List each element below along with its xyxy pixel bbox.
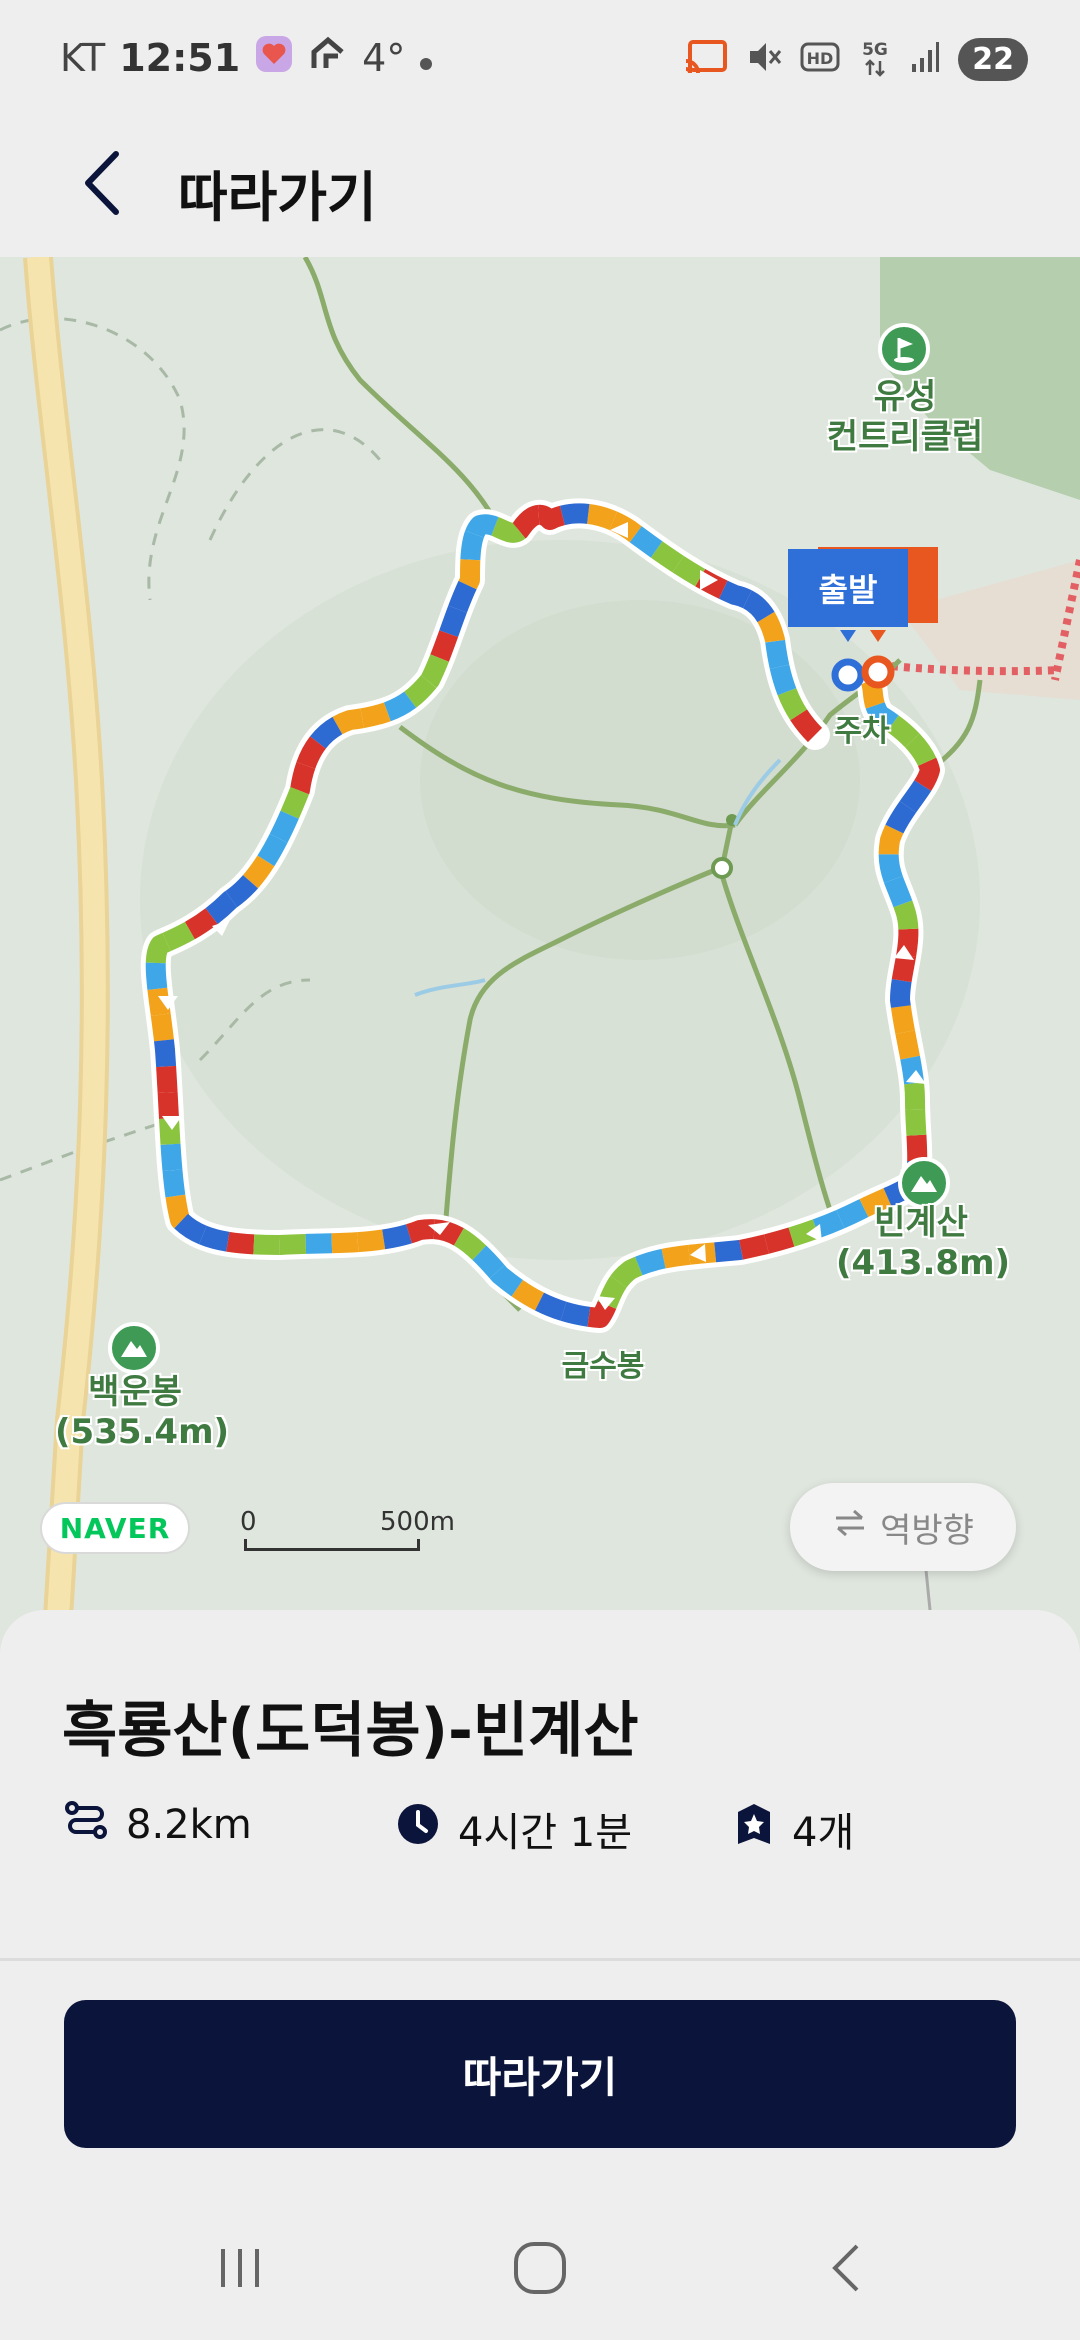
distance-value: 8.2km (126, 1802, 252, 1848)
app-header: 따라가기 (0, 115, 1080, 257)
course-info-sheet: 흑룡산(도덕봉)-빈계산 8.2km 4시간 1분 4개 (0, 1610, 1080, 1960)
signal-icon (910, 40, 940, 78)
duration-stat: 4시간 1분 (396, 1800, 632, 1858)
status-bar: KT 12:51 4° HD 5G 22 (0, 0, 1080, 115)
status-left: KT 12:51 4° (60, 30, 433, 86)
temperature: 4° (362, 36, 406, 80)
chevron-left-icon (80, 148, 124, 222)
svg-text:HD: HD (807, 49, 834, 68)
5g-icon: 5G (858, 37, 892, 81)
svg-text:5G: 5G (862, 40, 888, 60)
clock: 12:51 (119, 36, 241, 80)
map-label-baekunbong: 백운봉 (535.4m) (55, 1372, 230, 1452)
map-canvas (0, 257, 1080, 1667)
golf-icon (878, 323, 930, 375)
hd-icon: HD (800, 40, 840, 78)
clock-icon (396, 1802, 440, 1856)
course-title: 흑룡산(도덕봉)-빈계산 (62, 1696, 639, 1766)
course-stats: 8.2km 4시간 1분 4개 (62, 1800, 1062, 1860)
recent-apps-button[interactable] (190, 2230, 290, 2310)
distance-stat: 8.2km (64, 1800, 252, 1850)
back-arrow-icon (825, 2240, 865, 2300)
scale-line (244, 1539, 420, 1551)
heart-app-icon (254, 34, 294, 83)
mute-icon (746, 39, 782, 79)
start-flag: 출발 (788, 549, 908, 627)
checkpoint-value: 4개 (792, 1810, 855, 1856)
carrier-label: KT (60, 36, 106, 80)
mountain-icon (108, 1322, 160, 1374)
home-icon (512, 2240, 568, 2300)
route-app-icon (308, 34, 348, 83)
back-button[interactable] (62, 145, 142, 225)
mountain-icon (898, 1157, 950, 1209)
checkpoint-stat: 4개 (734, 1800, 854, 1858)
scale-bar: 0 500m (240, 1507, 455, 1553)
map-label-country-club: 유성 컨트리클럽 (826, 377, 984, 457)
badge-star-icon (734, 1802, 774, 1856)
system-back-button[interactable] (795, 2230, 895, 2310)
map-label-parking: 주차 (834, 714, 890, 749)
battery-icon: 22 (958, 37, 1028, 81)
duration-value: 4시간 1분 (458, 1810, 633, 1856)
status-right: HD 5G 22 (684, 32, 1028, 86)
section-divider (0, 1958, 1080, 1961)
route-distance-icon (64, 1800, 108, 1850)
scale-zero-label: 0 (240, 1507, 257, 1537)
cast-icon (684, 39, 728, 79)
map-label-geumsubong: 금수봉 (561, 1349, 645, 1384)
naver-logo: NAVER (40, 1502, 190, 1554)
reverse-direction-label: 역방향 (880, 1510, 974, 1551)
route-map[interactable]: 유성 컨트리클럽 출발 주차 빈계산 (413.8m) 금수봉 백운봉 (535… (0, 257, 1080, 1667)
dot-icon (419, 36, 433, 80)
follow-button[interactable]: 따라가기 (64, 2000, 1016, 2148)
map-label-bingyesan: 빈계산 (413.8m) (836, 1203, 1011, 1283)
page-title: 따라가기 (178, 166, 377, 229)
recent-apps-icon (215, 2243, 265, 2297)
scale-distance-label: 500m (380, 1507, 455, 1537)
reverse-direction-button[interactable]: 역방향 (790, 1483, 1016, 1571)
swap-arrows-icon (832, 1507, 868, 1547)
home-button[interactable] (490, 2230, 590, 2310)
system-navigation-bar (0, 2190, 1080, 2340)
